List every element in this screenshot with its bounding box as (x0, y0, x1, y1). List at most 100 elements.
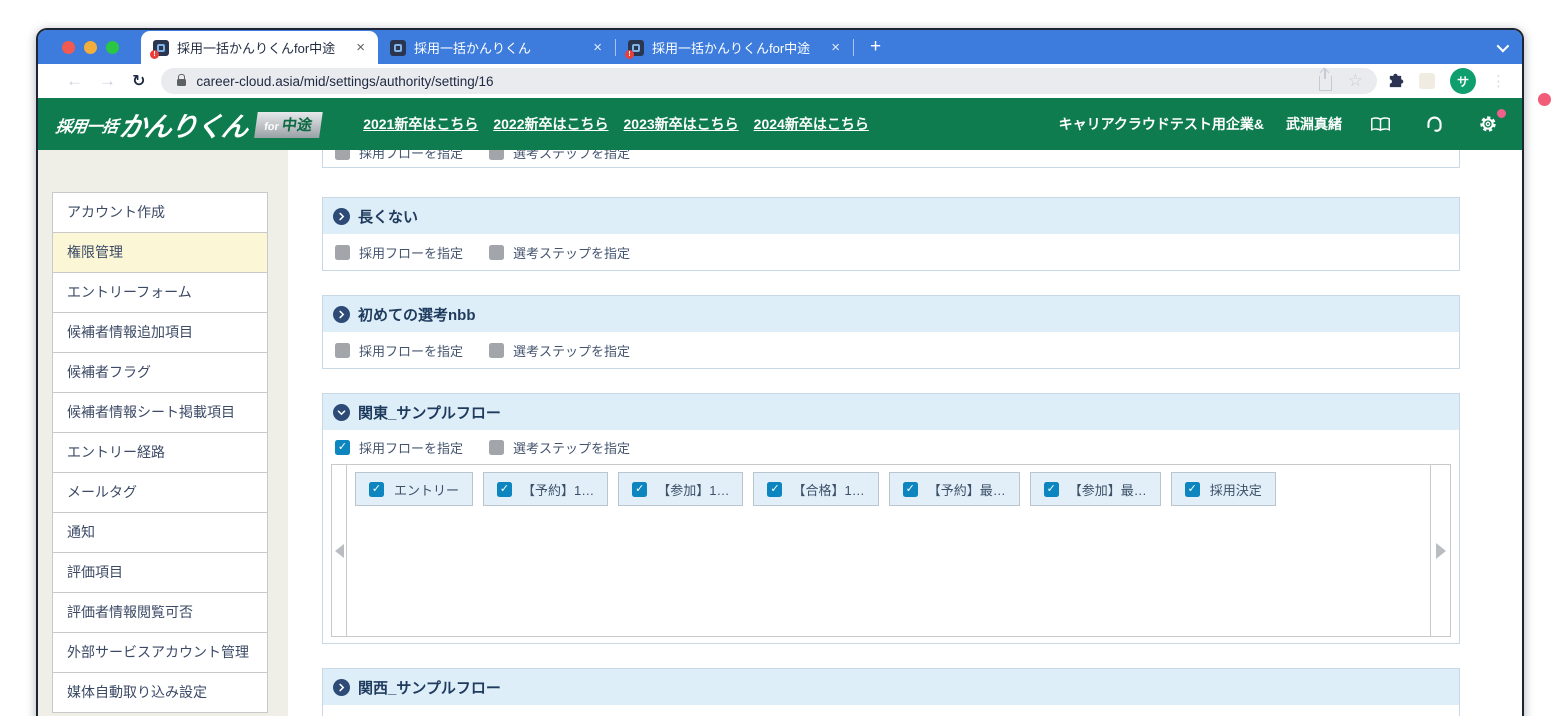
url-text[interactable]: career-cloud.asia/mid/settings/authority… (196, 74, 493, 89)
step-checkbox-checked[interactable] (902, 481, 918, 497)
forward-button[interactable]: → (91, 71, 124, 91)
step-checkbox-unchecked[interactable] (489, 439, 505, 455)
lock-icon (177, 74, 187, 86)
new-tab-button[interactable]: + (864, 36, 887, 58)
nav-link-2023[interactable]: 2023新卒はこちら (624, 114, 739, 134)
flow-step-chip-sanka-1[interactable]: 【参加】1… (618, 472, 744, 506)
chevron-down-icon[interactable] (1496, 39, 1510, 52)
flow-checkbox-checked[interactable] (335, 439, 350, 455)
flow-checkbox-unchecked[interactable] (335, 244, 350, 260)
flow-checkbox-unchecked[interactable] (335, 150, 350, 160)
sidebar-item-mail-tags[interactable]: メールタグ (53, 473, 267, 513)
sidebar-menu: アカウント作成 権限管理 エントリーフォーム 候補者情報追加項目 候補者フラグ … (52, 192, 268, 713)
tab-recruit-new-grad[interactable]: 採用一括かんりくん × (378, 31, 615, 64)
logo-main-text: かんりくん (117, 111, 250, 142)
arrow-right-icon (1435, 542, 1446, 559)
flow-step-chip-sanka-final[interactable]: 【参加】最… (1029, 472, 1161, 506)
extension-placeholder-icon[interactable] (1419, 73, 1435, 89)
sidebar-item-notifications[interactable]: 通知 (53, 513, 267, 553)
bookmark-star-icon[interactable]: ☆ (1348, 71, 1363, 91)
authority-settings-content: 採用フローを指定 選考ステップを指定 長くない 採用フローを指定 選考ステップを… (288, 150, 1522, 716)
manual-book-icon[interactable] (1364, 116, 1397, 133)
step-checkbox-checked[interactable] (369, 481, 384, 497)
user-name[interactable]: 武淵真緒 (1286, 114, 1342, 134)
flow-step-chip-gokaku-1[interactable]: 【合格】1… (753, 472, 879, 506)
browser-toolbar: ← → ↻ career-cloud.asia/mid/settings/aut… (38, 64, 1522, 98)
chevron-right-circle-icon[interactable] (333, 305, 350, 323)
flow-step-chip-yoyaku-1[interactable]: 【予約】1… (483, 472, 609, 506)
flow-steps-list: エントリー 【予約】1… 【参加】1… 【合格】1… 【予約】最… 【参加】最…… (347, 465, 1430, 636)
nav-link-2022[interactable]: 2022新卒はこちら (493, 114, 608, 134)
section-title: 長くない (358, 208, 419, 226)
maximize-window-button[interactable] (106, 40, 119, 54)
nav-link-2021[interactable]: 2021新卒はこちら (363, 114, 478, 134)
tab-close-icon[interactable]: × (828, 39, 843, 56)
step-checkbox-unchecked[interactable] (489, 342, 505, 358)
chevron-down-circle-icon[interactable] (333, 403, 350, 421)
tab-close-icon[interactable]: × (590, 39, 605, 56)
tab-favicon-icon (390, 39, 406, 56)
step-checkbox-checked[interactable] (632, 481, 648, 497)
tab-recruit-mid-active[interactable]: 採用一括かんりくんfor中途 × (141, 31, 378, 64)
settings-sidebar: アカウント作成 権限管理 エントリーフォーム 候補者情報追加項目 候補者フラグ … (38, 150, 288, 716)
chevron-right-circle-icon[interactable] (333, 207, 350, 225)
section-header[interactable]: 長くない (323, 198, 1459, 234)
tab-recruit-mid-2[interactable]: 採用一括かんりくんfor中途 × (616, 31, 853, 64)
flow-section-kansai-sample: 関西_サンプルフロー 採用フローを指定 選考ステップを指定 (322, 668, 1460, 716)
chevron-right-circle-icon[interactable] (333, 678, 350, 696)
step-checkbox-checked[interactable] (767, 481, 783, 497)
sidebar-item-authority-active[interactable]: 権限管理 (53, 233, 267, 273)
close-window-button[interactable] (62, 40, 75, 54)
step-checkbox-checked[interactable] (1043, 481, 1059, 497)
reload-button[interactable]: ↻ (124, 71, 153, 91)
step-checkbox-label: 選考ステップを指定 (513, 440, 631, 456)
browser-menu-icon[interactable]: ⋮ (1491, 72, 1506, 90)
flow-step-chip-yoyaku-final[interactable]: 【予約】最… (888, 472, 1020, 506)
extensions-puzzle-icon[interactable] (1387, 73, 1404, 90)
notification-dot (1538, 93, 1551, 106)
sidebar-item-entry-form[interactable]: エントリーフォーム (53, 273, 267, 313)
nav-link-2024[interactable]: 2024新卒はこちら (754, 114, 869, 134)
sidebar-item-candidate-sheet-fields[interactable]: 候補者情報シート掲載項目 (53, 393, 267, 433)
tab-close-icon[interactable]: × (353, 39, 368, 56)
step-checkbox-checked[interactable] (1184, 481, 1200, 497)
back-button[interactable]: ← (58, 71, 91, 91)
flow-checkbox-label: 採用フローを指定 (359, 343, 464, 359)
share-icon[interactable] (1318, 68, 1332, 91)
sidebar-item-media-auto-import[interactable]: 媒体自動取り込み設定 (53, 673, 267, 713)
logo-prefix-text: 採用一括 (54, 118, 119, 135)
sidebar-item-external-service-accounts[interactable]: 外部サービスアカウント管理 (53, 633, 267, 673)
page-body: アカウント作成 権限管理 エントリーフォーム 候補者情報追加項目 候補者フラグ … (38, 150, 1522, 716)
tab-divider (853, 38, 854, 56)
sidebar-item-evaluation-items[interactable]: 評価項目 (53, 553, 267, 593)
step-checkbox-unchecked[interactable] (489, 244, 505, 260)
headset-support-icon[interactable] (1419, 115, 1450, 134)
carousel-next-button[interactable] (1430, 465, 1450, 636)
flow-section-hajimete-nbb: 初めての選考nbb 採用フローを指定 選考ステップを指定 (322, 295, 1460, 369)
flow-step-chip-saiyou-kettei[interactable]: 採用決定 (1170, 472, 1276, 506)
minimize-window-button[interactable] (84, 40, 97, 54)
settings-gear-icon[interactable] (1472, 109, 1506, 134)
section-header[interactable]: 初めての選考nbb (323, 296, 1459, 332)
sidebar-item-entry-route[interactable]: エントリー経路 (53, 433, 267, 473)
profile-avatar[interactable]: サ (1450, 68, 1476, 94)
flow-checkbox-unchecked[interactable] (335, 342, 350, 358)
sidebar-item-evaluator-visibility[interactable]: 評価者情報閲覧可否 (53, 593, 267, 633)
sidebar-item-candidate-extra-fields[interactable]: 候補者情報追加項目 (53, 313, 267, 353)
flow-section-kanto-sample: 関東_サンプルフロー 採用フローを指定 選考ステップを指定 エントリー 【予約】… (322, 393, 1460, 644)
sidebar-item-candidate-flags[interactable]: 候補者フラグ (53, 353, 267, 393)
app-logo[interactable]: 採用一括 かんりくん for 中途 (53, 105, 324, 144)
carousel-prev-button[interactable] (332, 465, 347, 636)
tab-strip: 採用一括かんりくんfor中途 × 採用一括かんりくん × 採用一括かんりくんfo… (38, 30, 1522, 64)
sidebar-item-account-create[interactable]: アカウント作成 (53, 193, 267, 233)
header-nav: 2021新卒はこちら 2022新卒はこちら 2023新卒はこちら 2024新卒は… (363, 114, 869, 134)
step-checkbox-unchecked[interactable] (489, 150, 505, 160)
step-checkbox-checked[interactable] (497, 481, 513, 497)
address-bar[interactable]: career-cloud.asia/mid/settings/authority… (161, 68, 1377, 94)
section-header[interactable]: 関東_サンプルフロー (323, 394, 1459, 430)
flow-checkbox-label: 採用フローを指定 (359, 150, 464, 161)
section-title: 関西_サンプルフロー (358, 679, 501, 697)
section-header[interactable]: 関西_サンプルフロー (323, 669, 1459, 705)
tab-favicon-alert-icon (625, 39, 644, 59)
flow-step-chip-entry[interactable]: エントリー (355, 472, 474, 506)
